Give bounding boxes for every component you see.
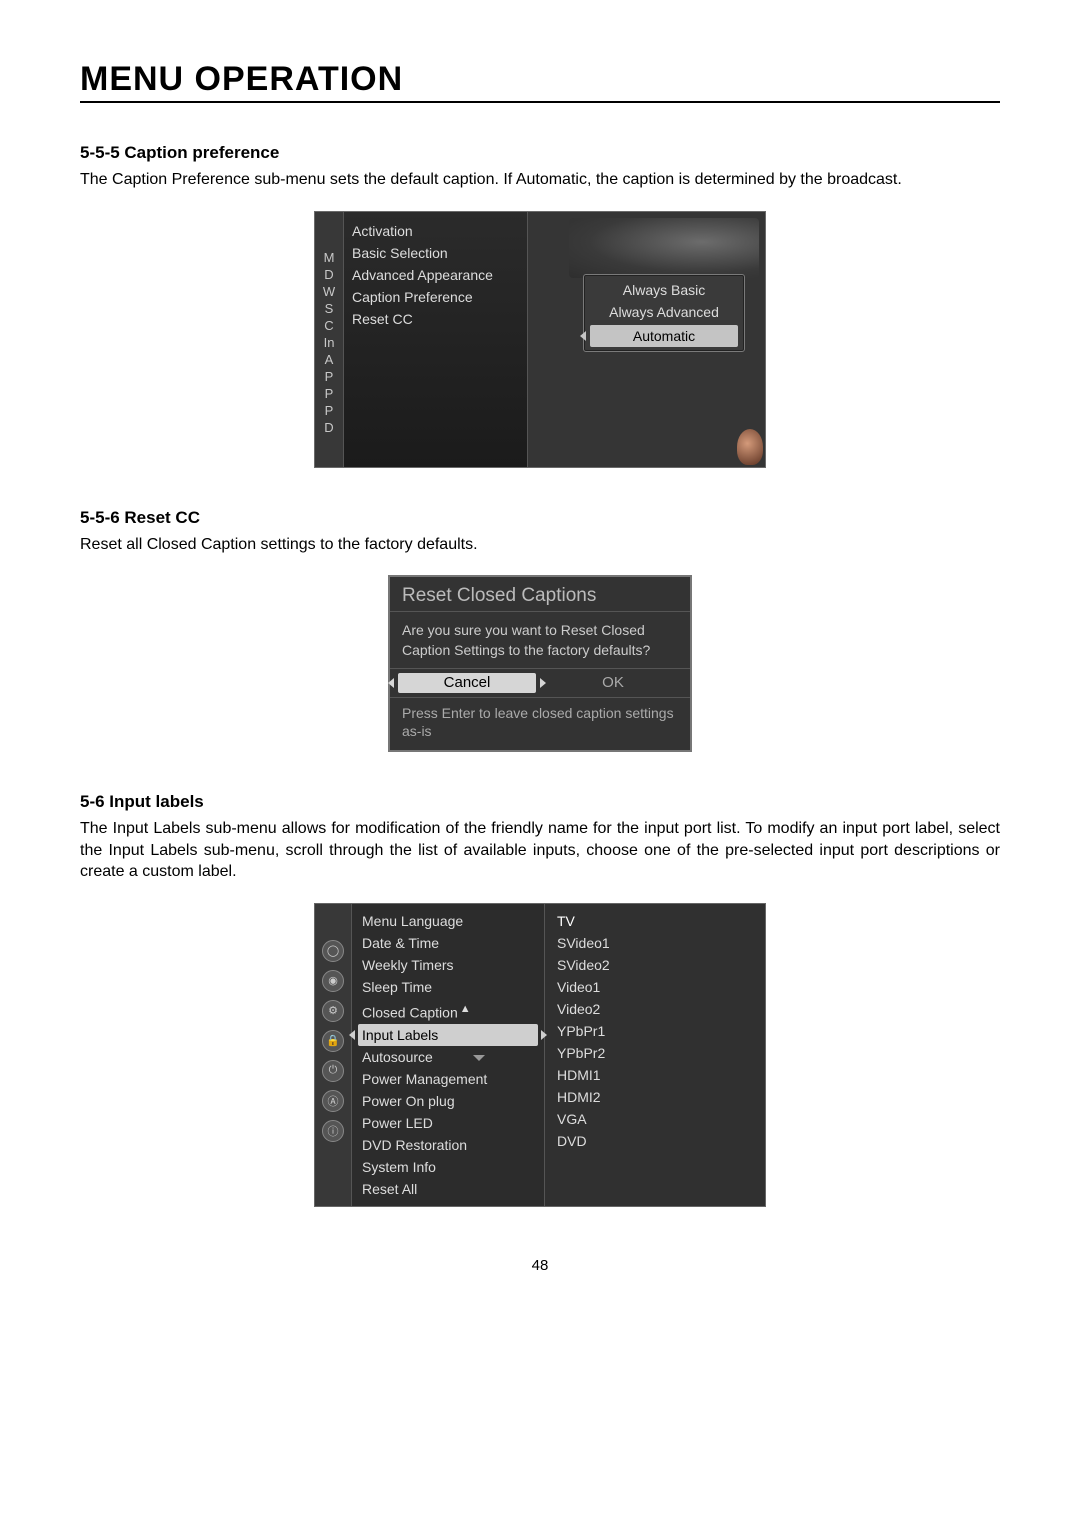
nav-icon[interactable]: ⏻ — [322, 1060, 344, 1082]
menu-item-date-time[interactable]: Date & Time — [358, 932, 538, 954]
sidebar-letter: P — [325, 369, 334, 384]
page-number: 48 — [80, 1257, 1000, 1274]
menu-item-sleep-time[interactable]: Sleep Time — [358, 976, 538, 998]
input-value[interactable]: SVideo2 — [553, 954, 757, 976]
input-value[interactable]: YPbPr2 — [553, 1042, 757, 1064]
sidebar-letter: In — [324, 335, 335, 350]
nav-icon[interactable]: ◉ — [322, 970, 344, 992]
dialog-title: Reset Closed Captions — [390, 577, 690, 612]
sidebar-letter: M — [324, 250, 335, 265]
nav-icon[interactable]: ⚙ — [322, 1000, 344, 1022]
cancel-button[interactable]: Cancel — [398, 673, 536, 693]
menu-item-power-led[interactable]: Power LED — [358, 1112, 538, 1134]
menu-item-dvd-restoration[interactable]: DVD Restoration — [358, 1134, 538, 1156]
nav-icon[interactable]: ◯ — [322, 940, 344, 962]
input-value[interactable]: Video2 — [553, 998, 757, 1020]
menu-label: Autosource — [362, 1049, 433, 1065]
menu-item-caption-preference[interactable]: Caption Preference — [352, 286, 517, 308]
section-text-reset-cc: Reset all Closed Caption settings to the… — [80, 534, 1000, 556]
sidebar-letter: A — [325, 352, 334, 367]
option-always-advanced[interactable]: Always Advanced — [584, 301, 744, 323]
sidebar-letter: P — [325, 403, 334, 418]
sidebar-letter: D — [324, 420, 333, 435]
osd1-sidebar: M D W S C In A P P P D — [315, 212, 344, 467]
nav-icon[interactable]: 🔒 — [322, 1030, 344, 1052]
osd-caption-preference: M D W S C In A P P P D Activation Basic … — [314, 211, 766, 468]
caption-preference-popup: Always Basic Always Advanced Automatic — [583, 274, 745, 352]
osd3-value-column: TV SVideo1 SVideo2 Video1 Video2 YPbPr1 … — [545, 904, 765, 1206]
osd1-menu-column: Activation Basic Selection Advanced Appe… — [344, 212, 528, 467]
dialog-message: Are you sure you want to Reset Closed Ca… — [390, 612, 690, 669]
sidebar-letter: S — [325, 301, 334, 316]
input-value[interactable]: HDMI2 — [553, 1086, 757, 1108]
osd3-iconbar: ◯ ◉ ⚙ 🔒 ⏻ Ⓐ ⓘ — [315, 904, 352, 1206]
menu-item-reset-cc[interactable]: Reset CC — [352, 308, 517, 330]
arrow-up-icon: ▲ — [460, 1003, 471, 1015]
option-automatic[interactable]: Automatic — [590, 325, 738, 347]
input-value[interactable]: TV — [553, 910, 757, 932]
input-value[interactable]: YPbPr1 — [553, 1020, 757, 1042]
menu-item-input-labels[interactable]: Input Labels — [358, 1024, 538, 1046]
osd3-menu-column: Menu Language Date & Time Weekly Timers … — [352, 904, 545, 1206]
menu-item-autosource[interactable]: Autosource — [358, 1046, 538, 1068]
menu-item-basic-selection[interactable]: Basic Selection — [352, 242, 517, 264]
section-heading-reset-cc: 5-5-6 Reset CC — [80, 508, 1000, 528]
section-heading-input-labels: 5-6 Input labels — [80, 792, 1000, 812]
menu-item-closed-caption[interactable]: Closed Caption▲ — [358, 998, 538, 1024]
option-always-basic[interactable]: Always Basic — [584, 279, 744, 301]
osd1-right-area: Always Basic Always Advanced Automatic — [528, 212, 765, 467]
sidebar-letter: D — [324, 267, 333, 282]
input-value[interactable]: HDMI1 — [553, 1064, 757, 1086]
ok-button[interactable]: OK — [544, 673, 682, 693]
input-value[interactable]: DVD — [553, 1130, 757, 1152]
figure-input-labels: ◯ ◉ ⚙ 🔒 ⏻ Ⓐ ⓘ Menu Language Date & Time … — [80, 903, 1000, 1207]
input-value[interactable]: Video1 — [553, 976, 757, 998]
figure-caption-preference: M D W S C In A P P P D Activation Basic … — [80, 211, 1000, 468]
background-decor — [569, 218, 759, 278]
menu-item-power-management[interactable]: Power Management — [358, 1068, 538, 1090]
menu-item-advanced-appearance[interactable]: Advanced Appearance — [352, 264, 517, 286]
section-heading-caption-preference: 5-5-5 Caption preference — [80, 143, 1000, 163]
page-title: MENU OPERATION — [80, 60, 1000, 103]
osd-reset-cc-dialog: Reset Closed Captions Are you sure you w… — [388, 575, 692, 752]
section-text-input-labels: The Input Labels sub-menu allows for mod… — [80, 818, 1000, 883]
sidebar-letter: W — [323, 284, 335, 299]
menu-item-activation[interactable]: Activation — [352, 220, 517, 242]
background-decor — [737, 429, 763, 465]
input-value[interactable]: SVideo1 — [553, 932, 757, 954]
menu-item-menu-language[interactable]: Menu Language — [358, 910, 538, 932]
menu-item-system-info[interactable]: System Info — [358, 1156, 538, 1178]
arrow-down-icon — [473, 1055, 485, 1061]
nav-icon[interactable]: Ⓐ — [322, 1090, 344, 1112]
sidebar-letter: C — [324, 318, 333, 333]
menu-item-reset-all[interactable]: Reset All — [358, 1178, 538, 1200]
dialog-hint: Press Enter to leave closed caption sett… — [390, 698, 690, 750]
menu-label: Closed Caption — [362, 1005, 458, 1021]
dialog-button-row: Cancel OK — [390, 669, 690, 698]
figure-reset-cc: Reset Closed Captions Are you sure you w… — [80, 575, 1000, 752]
menu-item-weekly-timers[interactable]: Weekly Timers — [358, 954, 538, 976]
section-text-caption-preference: The Caption Preference sub-menu sets the… — [80, 169, 1000, 191]
input-value[interactable]: VGA — [553, 1108, 757, 1130]
menu-item-power-on-plug[interactable]: Power On plug — [358, 1090, 538, 1112]
osd-input-labels: ◯ ◉ ⚙ 🔒 ⏻ Ⓐ ⓘ Menu Language Date & Time … — [314, 903, 766, 1207]
nav-icon[interactable]: ⓘ — [322, 1120, 344, 1142]
sidebar-letter: P — [325, 386, 334, 401]
